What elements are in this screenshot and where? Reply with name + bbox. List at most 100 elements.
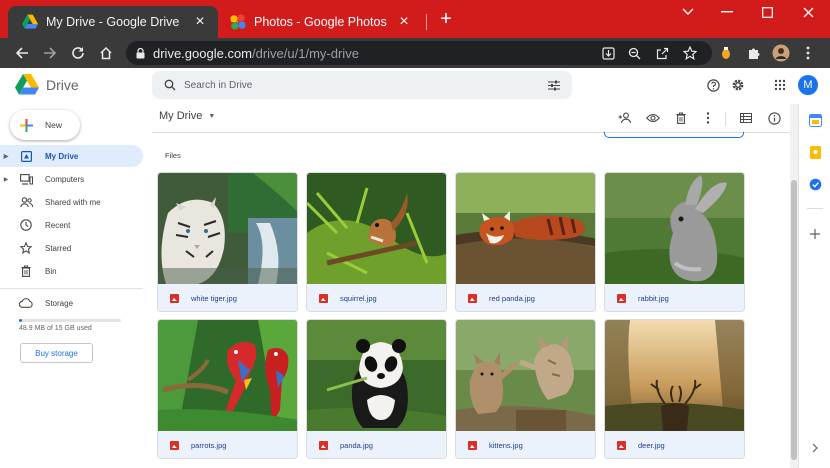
search-input[interactable]: [184, 79, 524, 91]
file-meta: deer.jpg: [605, 431, 744, 458]
close-window-icon[interactable]: [793, 2, 823, 22]
preview-eye-icon[interactable]: [645, 110, 661, 126]
file-meta: rabbit.jpg: [605, 284, 744, 311]
tab-search-chevron-icon[interactable]: [673, 2, 703, 22]
new-button[interactable]: New: [10, 110, 80, 140]
sidebar-item-label: Recent: [45, 220, 71, 230]
search-box[interactable]: [152, 71, 572, 99]
minimize-icon[interactable]: [712, 2, 742, 22]
share-icon[interactable]: [652, 43, 672, 63]
sidebar-item-recent[interactable]: Recent: [0, 214, 143, 236]
side-panel: [798, 104, 830, 468]
my-drive-icon: [19, 149, 33, 163]
main-content: My Drive ▼ Files white tiger.jpg squirre…: [152, 104, 792, 468]
file-card-panda[interactable]: panda.jpg: [306, 319, 447, 459]
drive-header: Drive M: [0, 68, 830, 104]
search-icon[interactable]: [164, 79, 176, 91]
forward-icon[interactable]: [40, 43, 60, 63]
image-file-icon: [468, 294, 477, 303]
new-tab-icon[interactable]: +: [436, 8, 456, 30]
file-card-white-tiger[interactable]: white tiger.jpg: [157, 172, 298, 312]
browser-window: My Drive - Google Drive × Photos - Googl…: [0, 0, 830, 468]
profile-avatar-icon[interactable]: [771, 43, 791, 63]
expand-arrow-icon[interactable]: ▶: [0, 153, 12, 160]
storage-progress-fill: [19, 319, 23, 322]
home-icon[interactable]: [96, 43, 116, 63]
shared-icon: [19, 195, 33, 209]
google-photos-icon: [230, 14, 246, 30]
breadcrumb[interactable]: My Drive ▼: [159, 110, 215, 122]
tab-google-photos[interactable]: Photos - Google Photos ×: [222, 6, 422, 38]
tasks-icon[interactable]: [807, 176, 823, 192]
tab-title: My Drive - Google Drive: [46, 15, 180, 29]
file-name: rabbit.jpg: [638, 294, 669, 303]
maximize-icon[interactable]: [752, 2, 782, 22]
help-icon[interactable]: [704, 76, 722, 94]
image-file-icon: [617, 294, 626, 303]
sidebar-item-computers[interactable]: ▶ Computers: [0, 168, 143, 190]
drive-logo[interactable]: Drive: [15, 74, 79, 95]
file-card-red-panda[interactable]: red panda.jpg: [455, 172, 596, 312]
file-name: parrots.jpg: [191, 441, 227, 450]
back-icon[interactable]: [12, 43, 32, 63]
buy-storage-button[interactable]: Buy storage: [20, 343, 93, 363]
image-file-icon: [617, 441, 626, 450]
info-icon[interactable]: [766, 110, 782, 126]
share-person-icon[interactable]: [617, 110, 633, 126]
sidebar-item-shared-with-me[interactable]: Shared with me: [0, 191, 143, 213]
sidebar-item-label: Computers: [45, 174, 85, 184]
trash-icon[interactable]: [673, 110, 689, 126]
search-options-icon[interactable]: [548, 80, 560, 91]
close-tab-icon[interactable]: ×: [192, 14, 208, 30]
file-card-squirrel[interactable]: squirrel.jpg: [306, 172, 447, 312]
sidebar-item-starred[interactable]: Starred: [0, 237, 143, 259]
reload-icon[interactable]: [68, 43, 88, 63]
file-card-parrots[interactable]: parrots.jpg: [157, 319, 298, 459]
keep-icon[interactable]: [807, 144, 823, 160]
file-name: white tiger.jpg: [191, 294, 237, 303]
close-tab-icon[interactable]: ×: [396, 14, 412, 30]
url-path: /drive/u/1/my-drive: [252, 45, 359, 61]
image-file-icon: [319, 294, 328, 303]
more-options-icon[interactable]: [700, 110, 716, 126]
extensions-puzzle-icon[interactable]: [744, 43, 764, 63]
extension-icon[interactable]: [716, 43, 736, 63]
file-name: kittens.jpg: [489, 441, 523, 450]
expand-arrow-icon[interactable]: ▶: [0, 176, 12, 183]
file-name: red panda.jpg: [489, 294, 535, 303]
file-card-kittens[interactable]: kittens.jpg: [455, 319, 596, 459]
install-app-icon[interactable]: [598, 43, 618, 63]
scrollbar-thumb[interactable]: [791, 180, 797, 460]
kittens-thumbnail: [456, 320, 595, 431]
settings-gear-icon[interactable]: [729, 76, 747, 94]
expand-panel-chevron-icon[interactable]: [807, 440, 823, 456]
zoom-icon[interactable]: [624, 43, 644, 63]
parrots-thumbnail: [158, 320, 297, 431]
file-card-deer[interactable]: deer.jpg: [604, 319, 745, 459]
browser-menu-icon[interactable]: [798, 43, 818, 63]
list-view-icon[interactable]: [738, 110, 754, 126]
panda-thumbnail: [307, 320, 446, 431]
add-addon-plus-icon[interactable]: [807, 226, 823, 242]
sidebar-item-label: Shared with me: [45, 197, 101, 207]
sidebar-item-storage[interactable]: Storage: [0, 292, 143, 314]
squirrel-thumbnail: [307, 173, 446, 284]
sidebar-item-label: Storage: [45, 298, 74, 308]
file-meta: panda.jpg: [307, 431, 446, 458]
file-meta: white tiger.jpg: [158, 284, 297, 311]
lock-icon[interactable]: [136, 47, 145, 59]
files-section-label: Files: [165, 151, 181, 160]
sidebar-item-bin[interactable]: Bin: [0, 260, 143, 282]
image-file-icon: [319, 441, 328, 450]
calendar-icon[interactable]: [807, 112, 823, 128]
sidebar: New ▶ My Drive ▶ Computers Shared with m…: [0, 104, 152, 468]
breadcrumb-label: My Drive: [159, 110, 203, 122]
bookmark-star-icon[interactable]: [680, 43, 700, 63]
file-card-rabbit[interactable]: rabbit.jpg: [604, 172, 745, 312]
browser-toolbar: drive.google.com/drive/u/1/my-drive: [0, 38, 830, 68]
apps-grid-icon[interactable]: [771, 76, 789, 94]
sidebar-item-my-drive[interactable]: ▶ My Drive: [0, 145, 143, 167]
tab-my-drive[interactable]: My Drive - Google Drive ×: [8, 6, 218, 38]
account-avatar[interactable]: M: [798, 75, 818, 95]
sidebar-item-label: Starred: [45, 243, 72, 253]
